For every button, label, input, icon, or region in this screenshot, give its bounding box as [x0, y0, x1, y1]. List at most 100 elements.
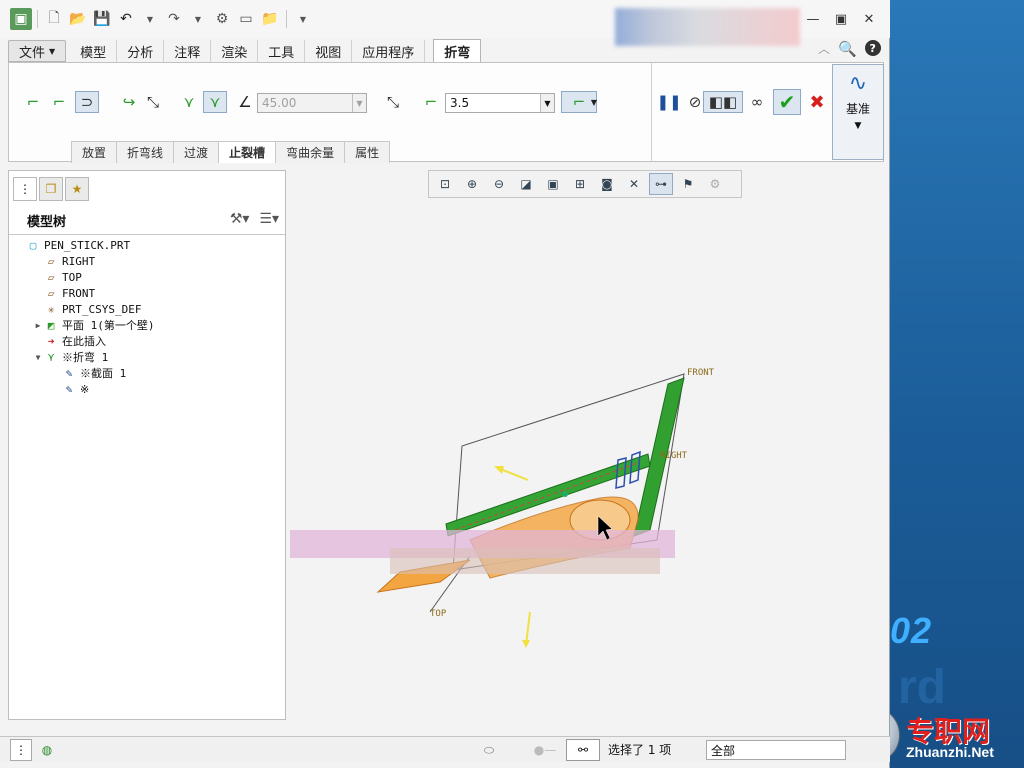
appearance-gallery-icon[interactable]: ⚙ — [703, 173, 727, 195]
tree-item[interactable]: ✎ ※ — [9, 381, 285, 397]
new-file-icon[interactable]: 🗋 — [43, 8, 65, 30]
tab-analysis[interactable]: 分析 — [117, 40, 165, 62]
app-logo-icon[interactable]: ▣ — [10, 8, 32, 30]
subtab-properties[interactable]: 属性 — [344, 141, 391, 163]
subtab-placement[interactable]: 放置 — [71, 141, 118, 163]
help-icons: ︿ 🔍 ? — [818, 40, 881, 58]
tree-item[interactable]: ▱ TOP — [9, 269, 285, 285]
pause-icon[interactable]: ❚❚ — [656, 91, 681, 113]
tree-item[interactable]: ▱ FRONT — [9, 285, 285, 301]
ok-check-icon[interactable]: ✔ — [773, 89, 801, 115]
tree-item[interactable]: ▶ ◩ 平面 1(第一个壁) — [9, 317, 285, 333]
undo-dropdown-icon[interactable]: ▼ — [139, 8, 161, 30]
collapse-ribbon-icon[interactable]: ︿ — [818, 40, 830, 58]
close-window-icon[interactable]: 📁 — [259, 8, 281, 30]
tree-columns-icon[interactable]: ☰▾ — [259, 211, 279, 227]
help-icon[interactable]: ? — [864, 40, 881, 56]
tree-item[interactable]: ▱ RIGHT — [9, 253, 285, 269]
radius-side-dropdown-icon[interactable]: ▼ — [587, 91, 601, 113]
datum-group-button[interactable]: ∿ 基准 ▼ — [832, 64, 884, 160]
minimize-icon[interactable]: — — [802, 10, 824, 28]
regenerate-icon[interactable]: ⚙ — [211, 8, 233, 30]
flip-direction-icon[interactable]: ↪ — [117, 91, 141, 113]
search-icon[interactable]: 🔍 — [838, 40, 857, 58]
tab-applications[interactable]: 应用程序 — [352, 40, 426, 62]
bend-on-one-side-icon[interactable]: ⌐ — [21, 91, 45, 113]
tab-annotate[interactable]: 注释 — [164, 40, 212, 62]
cancel-x-icon[interactable]: ✖ — [805, 91, 829, 113]
quick-access-toolbar: ▣ 🗋 📂 💾 ↶ ▼ ↷ ▼ ⚙ ▭ 📁 ▼ — [10, 8, 314, 30]
radius-dropdown-icon[interactable]: ▼ — [540, 94, 554, 112]
tab-render[interactable]: 渲染 — [211, 40, 259, 62]
subtab-bend-allowance[interactable]: 弯曲余量 — [275, 141, 346, 163]
toggle-navigator-icon[interactable]: ⋮ — [10, 739, 32, 761]
undo-icon[interactable]: ↶ — [115, 8, 137, 30]
saved-orientations-icon[interactable]: ⊞ — [568, 173, 592, 195]
view-manager-icon[interactable]: ◙ — [595, 173, 619, 195]
zoom-out-icon[interactable]: ⊖ — [487, 173, 511, 195]
annotation-display-icon[interactable]: ⚑ — [676, 173, 700, 195]
windows-icon[interactable]: ▭ — [235, 8, 257, 30]
tab-model[interactable]: 模型 — [70, 40, 118, 62]
refit-icon[interactable]: ⊡ — [433, 173, 457, 195]
maximize-icon[interactable]: ▣ — [830, 10, 852, 28]
spin-center-icon[interactable]: ⊶ — [649, 173, 673, 195]
favorites-tab-icon[interactable]: ★ — [65, 177, 89, 201]
subtab-bend-line[interactable]: 折弯线 — [116, 141, 175, 163]
subtab-transition[interactable]: 过渡 — [173, 141, 220, 163]
collapse-icon[interactable]: ▼ — [33, 353, 43, 362]
repaint-icon[interactable]: ◪ — [514, 173, 538, 195]
close-icon[interactable]: ✕ — [858, 10, 880, 28]
display-style-icon[interactable]: ▣ — [541, 173, 565, 195]
tab-file[interactable]: 文件 ▼ — [8, 40, 67, 62]
angle-combo[interactable]: 45.00 ▼ — [257, 93, 367, 113]
tree-item[interactable]: ✎ ※截面 1 — [9, 365, 285, 381]
bend-angle-icon[interactable]: ⋎ — [177, 91, 201, 113]
redo-dropdown-icon[interactable]: ▼ — [187, 8, 209, 30]
verify-glasses-icon[interactable]: ∞ — [745, 91, 769, 113]
save-icon[interactable]: 💾 — [91, 8, 113, 30]
rolled-bend-icon[interactable]: ⊃ — [75, 91, 99, 113]
datum-plane-icon: ▱ — [47, 286, 55, 300]
smart-select-icon[interactable]: ●— — [530, 739, 560, 761]
toggle-browser-icon[interactable]: ◍ — [36, 739, 58, 761]
open-folder-icon[interactable]: 📂 — [67, 8, 89, 30]
bend-line-icon[interactable]: ⤡ — [141, 91, 165, 113]
redo-icon[interactable]: ↷ — [163, 8, 185, 30]
tree-item[interactable]: ▢ PEN_STICK.PRT — [9, 237, 285, 253]
regen-status-icon[interactable]: ⬭ — [478, 739, 500, 761]
zoom-in-icon[interactable]: ⊕ — [460, 173, 484, 195]
tree-settings-icon[interactable]: ⚒▾ — [230, 211, 250, 227]
datum-display-icon[interactable]: ✕ — [622, 173, 646, 195]
tree-item[interactable]: ▼ ⋎ ※折弯 1 — [9, 349, 285, 365]
part-icon: ▢ — [29, 238, 37, 252]
radius-combo[interactable]: 3.5 ▼ — [445, 93, 555, 113]
flip-angle-icon[interactable]: ⤡ — [381, 91, 405, 113]
title-bar: ▣ 🗋 📂 💾 ↶ ▼ ↷ ▼ ⚙ ▭ 📁 ▼ — ▣ ✕ — [0, 0, 890, 46]
bend-fix-icon[interactable]: ⋎ — [203, 91, 227, 113]
tab-bend[interactable]: 折弯 — [433, 39, 482, 62]
graphics-area[interactable]: FRONT RIGHT TOP — [290, 200, 888, 730]
selection-message: 选择了 1 项 — [608, 743, 672, 757]
expand-icon[interactable]: ▶ — [33, 321, 43, 330]
find-binoculars-icon[interactable]: ⚯ — [566, 739, 600, 761]
drag-handle[interactable] — [562, 491, 568, 497]
csys-icon: ✳ — [47, 302, 55, 316]
selection-filter[interactable]: 全部 — [706, 740, 846, 760]
bend-opposite-icon[interactable]: ⌐ — [47, 91, 71, 113]
model-tree-panel: ⋮ ❐ ★ 模型树 ⚒▾ ☰▾ ▢ PEN_STICK.PRT ▱ RIGHT ▱ TOP… — [8, 170, 286, 720]
subtab-relief[interactable]: 止裂槽 — [218, 141, 277, 163]
angle-value: 45.00 — [262, 96, 297, 110]
preview-mode-icon[interactable]: ◧◧ — [703, 91, 743, 113]
tree-item-label: ※ — [80, 382, 90, 396]
tab-view[interactable]: 视图 — [305, 40, 353, 62]
tree-item-label: PEN_STICK.PRT — [44, 238, 131, 252]
graphics-toolbar: ⊡ ⊕ ⊖ ◪ ▣ ⊞ ◙ ✕ ⊶ ⚑ ⚙ — [428, 170, 742, 198]
tree-item[interactable]: ✳ PRT_CSYS_DEF — [9, 301, 285, 317]
tree-item[interactable]: ➜ 在此插入 — [9, 333, 285, 349]
tab-tools[interactable]: 工具 — [258, 40, 306, 62]
customize-dropdown-icon[interactable]: ▼ — [292, 8, 314, 30]
folder-browser-tab-icon[interactable]: ❐ — [39, 177, 63, 201]
model-tree-tab-icon[interactable]: ⋮ — [13, 177, 37, 201]
angle-dropdown-icon[interactable]: ▼ — [352, 94, 366, 112]
